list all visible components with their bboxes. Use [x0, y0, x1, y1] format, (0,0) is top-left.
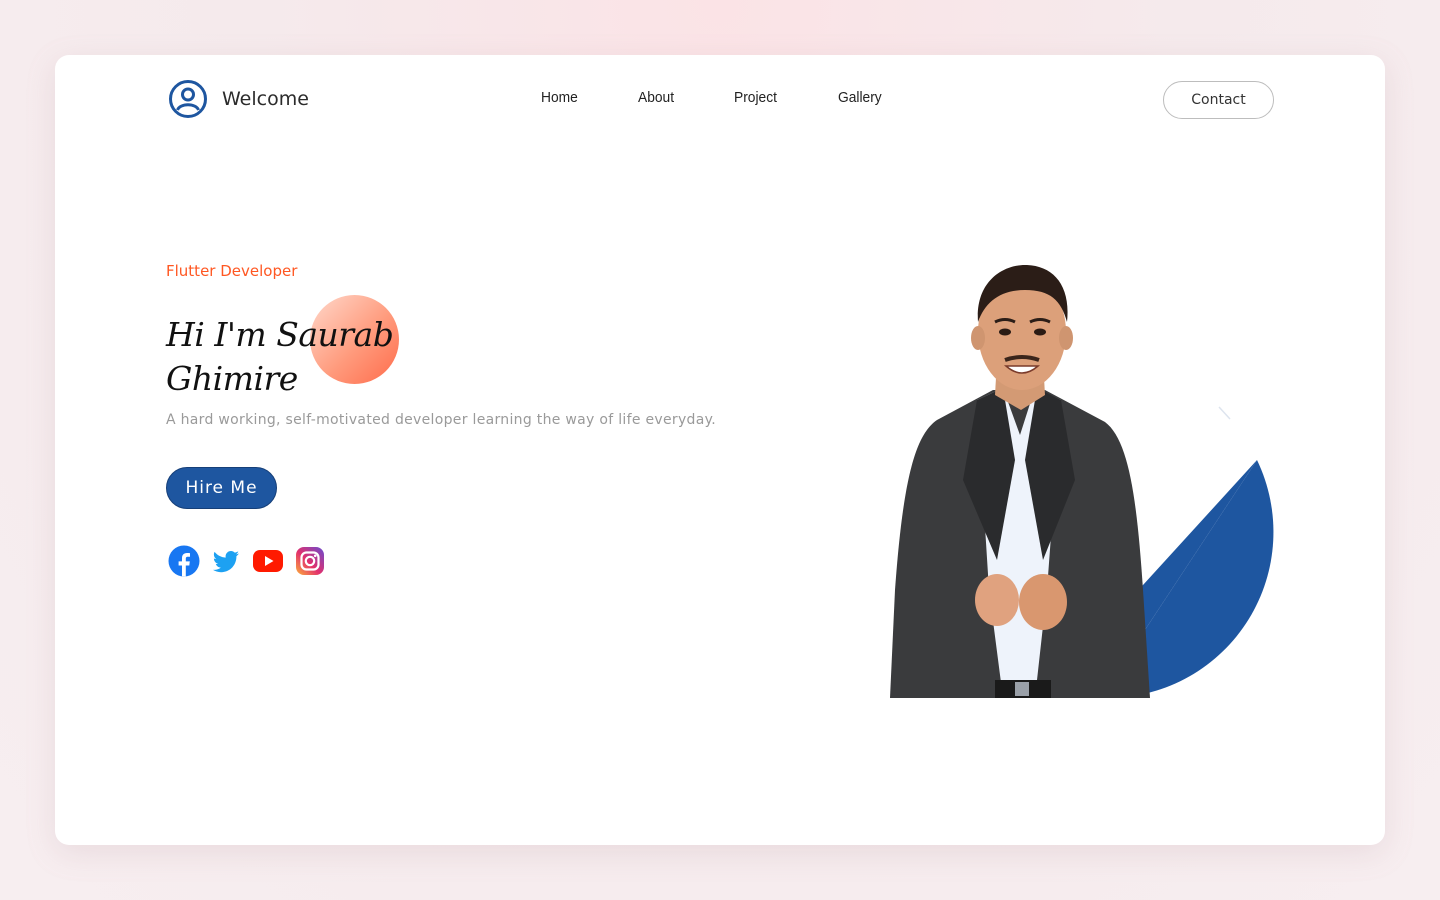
main-card: Welcome Home About Project Gallery Conta… [55, 55, 1385, 845]
hero-name-line2: Ghimire [166, 359, 298, 398]
brand-title: Welcome [222, 88, 309, 110]
nav-about[interactable]: About [638, 89, 674, 106]
instagram-icon[interactable] [294, 545, 326, 577]
nav-home[interactable]: Home [541, 89, 578, 106]
social-links [168, 545, 326, 577]
nav-gallery[interactable]: Gallery [838, 89, 882, 106]
hero-name: Hi I'm Saurab Ghimire [166, 313, 406, 401]
contact-button[interactable]: Contact [1163, 81, 1274, 119]
hero-description: A hard working, self-motivated developer… [166, 412, 716, 428]
hero-name-line1: Hi I'm Saurab [166, 315, 394, 354]
main-nav: Home About Project Gallery [541, 89, 942, 106]
tagline: Flutter Developer [166, 262, 298, 280]
hire-me-button[interactable]: Hire Me [166, 467, 277, 509]
facebook-icon[interactable] [168, 545, 200, 577]
user-circle-icon [169, 80, 207, 118]
profile-photo [890, 264, 1150, 698]
brand[interactable]: Welcome [168, 79, 309, 119]
twitter-icon[interactable] [210, 545, 242, 577]
nav-project[interactable]: Project [734, 89, 777, 106]
youtube-icon[interactable] [252, 545, 284, 577]
